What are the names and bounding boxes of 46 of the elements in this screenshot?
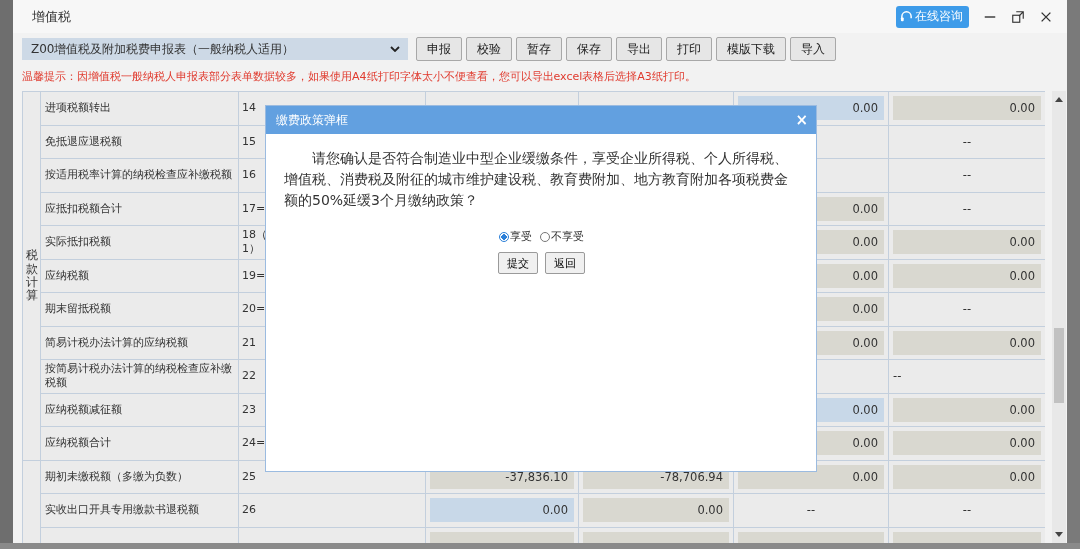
value-field: 0.00 (893, 397, 1041, 422)
row-name: 按适用税率计算的纳税检查应补缴税额 (45, 168, 232, 182)
row-name: 简易计税办法计算的应纳税额 (45, 335, 188, 349)
line-number: 20= (242, 302, 266, 316)
row-name: 期末留抵税额 (45, 302, 111, 316)
dialog-message: 请您确认是否符合制造业中型企业缓缴条件，享受企业所得税、个人所得税、增值税、消费税及附征的城市维护建设税、教育费附加、地方教育附加各项税费金额的50%延缓3个月缴纳政策？ (284, 149, 789, 210)
dialog-title: 缴费政策弹框 (276, 111, 348, 129)
line-number: 24= (242, 436, 266, 450)
line-number: 21 (242, 335, 256, 349)
line-number: 18（ 1） (242, 228, 267, 256)
empty-value-dash: -- (961, 503, 973, 518)
value-field: 0.00 (893, 464, 1041, 489)
line-number: 17= (242, 201, 266, 215)
line-number: 14 (242, 101, 256, 115)
window-title: 增值税 (32, 7, 71, 26)
value-field: 0.00 (893, 263, 1041, 288)
row-name: 实际抵扣税额 (45, 235, 111, 249)
notice-text: 温馨提示：因增值税一般纳税人申报表部分表单数据较多，如果使用A4纸打印字体太小不便查看，您可以导出excel表格后选择A3纸打印。 (21, 69, 697, 85)
empty-value-dash: -- (961, 201, 973, 216)
line-number: 26 (242, 503, 256, 517)
row-name: 进项税额转出 (45, 101, 111, 115)
value-field: 0.00 (893, 230, 1041, 255)
group-label: 税款计算 (25, 249, 38, 303)
line-number: 25 (242, 469, 256, 483)
empty-value-dash: -- (805, 503, 817, 518)
value-field: 0.00 (893, 96, 1041, 121)
row-name: 应纳税额 (45, 268, 89, 282)
empty-value-dash: -- (961, 302, 973, 317)
empty-value-dash: -- (961, 168, 973, 183)
row-name: 期初未缴税额（多缴为负数） (45, 469, 188, 483)
empty-value-dash: -- (961, 134, 973, 149)
row-name: 按简易计税办法计算的纳税检查应补缴税额 (45, 362, 232, 390)
value-field: 0.00 (583, 498, 729, 523)
value-field: 0.00 (893, 431, 1041, 456)
line-number: 15 (242, 134, 256, 148)
row-name: 应抵扣税额合计 (45, 201, 122, 215)
empty-value-dash: -- (893, 369, 903, 384)
row-name: 应纳税额减征额 (45, 402, 122, 416)
line-number: 19= (242, 268, 266, 282)
value-field: 0.00 (893, 330, 1041, 355)
line-number: 23 (242, 402, 256, 416)
row-name: 实收出口开具专用缴款书退税额 (45, 503, 199, 517)
line-number: 22 (242, 369, 256, 383)
row-name: 应纳税额合计 (45, 436, 111, 450)
row-name: 免抵退应退税额 (45, 134, 122, 148)
line-number: 16 (242, 168, 256, 182)
